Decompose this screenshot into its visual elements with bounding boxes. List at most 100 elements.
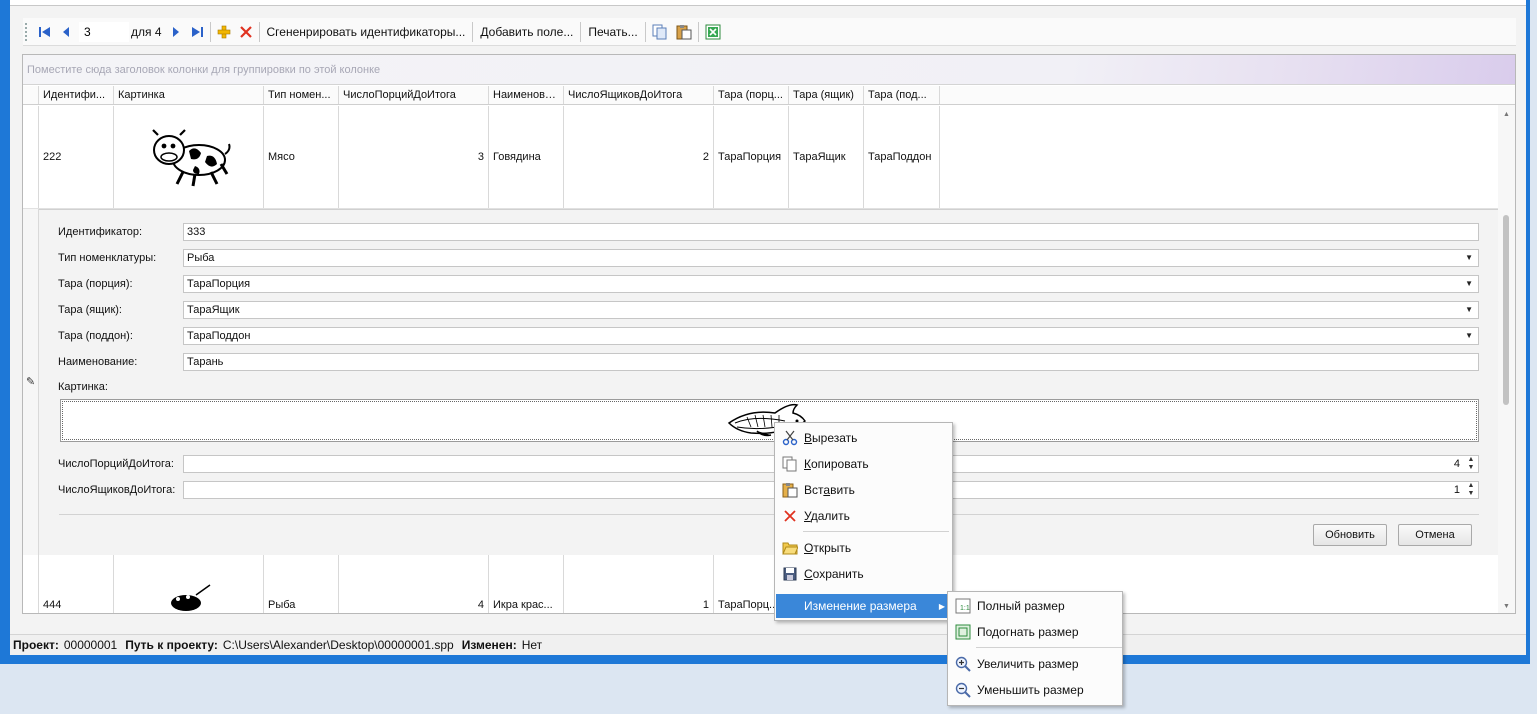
cell-type[interactable]: Мясо	[264, 106, 339, 208]
spin-updown-icon[interactable]: ▲ ▼	[1466, 456, 1476, 472]
page-number-input[interactable]	[79, 21, 129, 42]
cell-picture[interactable]	[114, 555, 264, 613]
generate-ids-button[interactable]: Сгененрировать идентификаторы...	[262, 20, 471, 44]
form-divider	[59, 514, 1479, 515]
cell-picture[interactable]	[114, 106, 264, 208]
resize-label: Изменение размера	[804, 599, 917, 613]
picture-label: Картинка:	[58, 381, 108, 393]
cell-boxes[interactable]: 1	[564, 555, 714, 613]
cell-name[interactable]: Говядина	[489, 106, 564, 208]
copy-toolbar-button[interactable]	[648, 20, 672, 44]
print-button[interactable]: Печать...	[583, 20, 642, 44]
cell-id[interactable]: 444	[39, 555, 114, 613]
column-header-tara-box[interactable]: Тара (ящик)	[789, 86, 864, 104]
menu-item-full-size[interactable]: 1:1 Полный размер	[949, 594, 1121, 618]
tara-portion-dropdown[interactable]: ТараПорция ▼	[183, 275, 1479, 293]
export-excel-button[interactable]	[701, 20, 725, 44]
group-by-panel[interactable]: Поместите сюда заголовок колонки для гру…	[23, 55, 1515, 85]
column-header-portions[interactable]: ЧислоПорцийДоИтога	[339, 86, 489, 104]
scroll-thumb[interactable]	[1503, 215, 1509, 405]
vertical-scrollbar[interactable]: ▲ ▼	[1498, 105, 1515, 613]
cell-portions[interactable]: 3	[339, 106, 489, 208]
dropdown-arrow-icon[interactable]: ▼	[1465, 331, 1473, 340]
delete-record-button[interactable]	[235, 20, 257, 44]
menu-item-cut[interactable]: Вырезать	[776, 426, 951, 450]
menu-item-paste[interactable]: Вставить	[776, 478, 951, 502]
cell-tara-portion[interactable]: ТараПорция	[714, 106, 789, 208]
copy-mnemonic: К	[804, 457, 811, 471]
submenu-arrow-icon: ▶	[938, 601, 945, 611]
menu-item-fit-size[interactable]: Подогнать размер	[949, 620, 1121, 644]
column-header-name[interactable]: Наименова...	[489, 86, 564, 104]
svg-text:1:1: 1:1	[960, 605, 970, 612]
excel-export-icon	[705, 24, 721, 39]
cow-image	[151, 129, 230, 187]
scroll-up-icon[interactable]: ▲	[1498, 111, 1515, 118]
id-field[interactable]: 333	[183, 223, 1479, 241]
column-header-picture[interactable]: Картинка	[114, 86, 264, 104]
cell-tara-pallet[interactable]: ТараПоддон	[864, 106, 940, 208]
cell-tara-box[interactable]: ТараЯщик	[789, 106, 864, 208]
cell-boxes[interactable]: 2	[564, 106, 714, 208]
changed-value: Нет	[521, 638, 543, 652]
dropdown-arrow-icon[interactable]: ▼	[1465, 305, 1473, 314]
cell-name[interactable]: Икра крас...	[489, 555, 564, 613]
portions-label: ЧислоПорцийДоИтога:	[58, 458, 174, 470]
type-dropdown[interactable]: Рыба ▼	[183, 249, 1479, 267]
menu-item-delete[interactable]: Удалить	[776, 504, 951, 528]
tara-box-label: Тара (ящик):	[58, 304, 122, 316]
type-value: Рыба	[187, 252, 215, 264]
cell-portions[interactable]: 4	[339, 555, 489, 613]
column-header-type[interactable]: Тип номен...	[264, 86, 339, 104]
paste-toolbar-button[interactable]	[672, 20, 696, 44]
add-record-button[interactable]	[213, 20, 235, 44]
tara-pallet-dropdown[interactable]: ТараПоддон ▼	[183, 327, 1479, 345]
status-bar: Проект: 00000001 Путь к проекту: C:\User…	[10, 634, 1526, 655]
next-record-button[interactable]	[166, 20, 186, 44]
toolbar-separator	[258, 21, 260, 42]
fit-size-label: Подогнать размер	[977, 625, 1079, 639]
menu-item-resize[interactable]: Изменение размера ▶	[776, 594, 951, 618]
resize-submenu: 1:1 Полный размер Подогнать размер Увели…	[947, 591, 1123, 706]
column-header-boxes[interactable]: ЧислоЯщиковДоИтога	[564, 86, 714, 104]
spin-updown-icon[interactable]: ▲ ▼	[1466, 482, 1476, 498]
last-record-button[interactable]	[186, 20, 208, 44]
zoom-in-label: Увеличить размер	[977, 657, 1079, 671]
navigator-toolbar: для 4 Сгененрировать идентификаторы... Д…	[23, 18, 1516, 46]
caviar-image	[170, 583, 210, 611]
dropdown-arrow-icon[interactable]: ▼	[1465, 279, 1473, 288]
table-row[interactable]: 444 Рыба 4 Икра крас... 1 ТараПорц...	[23, 555, 1499, 613]
table-row[interactable]: 222 Мясо 3 Говядина 2 ТараПорция ТараЯщи…	[23, 106, 1499, 209]
name-field[interactable]: Тарань	[183, 353, 1479, 371]
cancel-button[interactable]: Отмена	[1398, 524, 1472, 546]
menu-item-copy[interactable]: Копировать	[776, 452, 951, 476]
first-record-icon	[39, 26, 50, 37]
column-header-id[interactable]: Идентифи...	[39, 86, 114, 104]
tara-pallet-label: Тара (поддон):	[58, 330, 133, 342]
delete-mnemonic: У	[804, 509, 811, 523]
row-indicator[interactable]	[23, 555, 39, 613]
first-record-button[interactable]	[34, 20, 56, 44]
menu-item-zoom-out[interactable]: Уменьшить размер	[949, 678, 1121, 702]
cell-id[interactable]: 222	[39, 106, 114, 208]
toolbar-separator	[644, 21, 646, 42]
dropdown-arrow-icon[interactable]: ▼	[1465, 253, 1473, 262]
menu-item-open[interactable]: Открыть	[776, 536, 951, 560]
cell-type[interactable]: Рыба	[264, 555, 339, 613]
menu-item-zoom-in[interactable]: Увеличить размер	[949, 652, 1121, 676]
row-indicator[interactable]	[23, 106, 39, 208]
scroll-down-icon[interactable]: ▼	[1498, 603, 1515, 610]
delete-x-icon	[784, 510, 796, 522]
menu-item-save[interactable]: Сохранить	[776, 562, 951, 586]
add-field-button[interactable]: Добавить поле...	[475, 20, 578, 44]
update-button[interactable]: Обновить	[1313, 524, 1387, 546]
column-header-tara-portion[interactable]: Тара (порц...	[714, 86, 789, 104]
top-strip	[10, 0, 1526, 6]
prev-record-button[interactable]	[56, 20, 76, 44]
toolbar-grip[interactable]	[25, 22, 31, 41]
tara-box-dropdown[interactable]: ТараЯщик ▼	[183, 301, 1479, 319]
paste-label-post: вить	[830, 483, 855, 497]
picture-editor[interactable]	[60, 399, 1479, 442]
column-header-tara-pallet[interactable]: Тара (под...	[864, 86, 940, 104]
full-size-icon: 1:1	[955, 598, 971, 614]
